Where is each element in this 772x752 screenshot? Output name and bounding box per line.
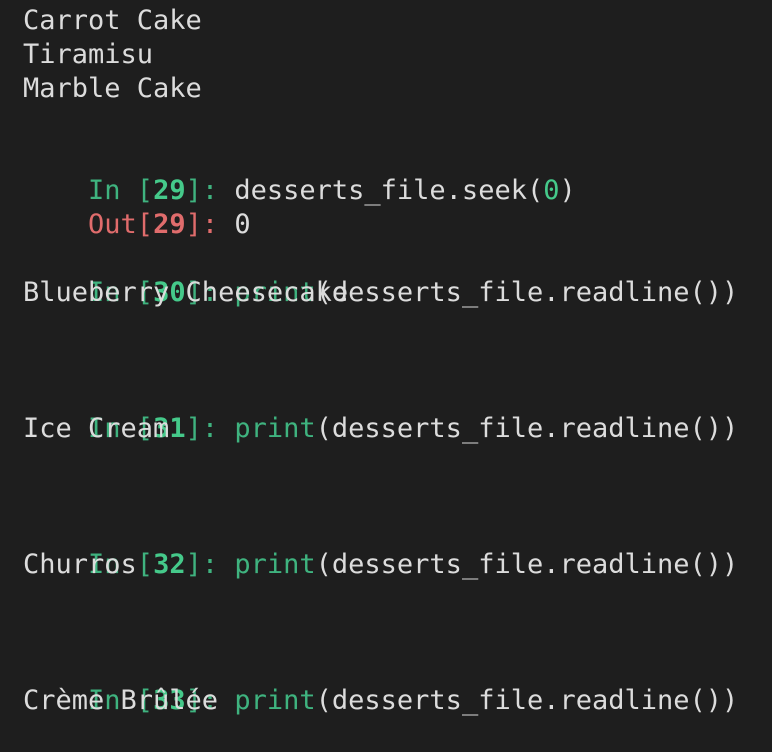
output-line: Carrot Cake — [23, 5, 202, 36]
code-text: (desserts_file.readline()) — [315, 277, 739, 308]
in-prompt-suffix: ]: — [185, 175, 235, 206]
input-prompt-line: In [31]: print(desserts_file.readline()) — [23, 378, 772, 444]
in-prompt-prefix: In [ — [88, 175, 154, 206]
input-prompt-line: In [33]: print(desserts_file.readline()) — [23, 650, 772, 716]
ipython-terminal[interactable]: Carrot Cake Tiramisu Marble Cake In [29]… — [0, 0, 772, 746]
output-line: Marble Cake — [23, 73, 202, 104]
in-prompt-number: 32 — [153, 549, 186, 580]
code-builtin: print — [234, 685, 316, 716]
code-text: (desserts_file.readline()) — [315, 549, 739, 580]
code-builtin: print — [234, 413, 316, 444]
input-prompt-line: In [30]: print(desserts_file.readline()) — [23, 242, 772, 308]
out-prompt-number: 29 — [153, 209, 186, 240]
out-prompt-prefix: Out[ — [88, 209, 154, 240]
in-prompt-suffix: ]: — [185, 549, 235, 580]
output-line: Tiramisu — [23, 39, 154, 70]
out-value: 0 — [234, 209, 251, 240]
code-text: (desserts_file.readline()) — [315, 413, 739, 444]
input-prompt-line: In [32]: print(desserts_file.readline()) — [23, 514, 772, 580]
code-builtin: print — [234, 549, 316, 580]
code-literal: 0 — [543, 175, 560, 206]
code-text: ) — [559, 175, 576, 206]
out-prompt-suffix: ]: — [185, 209, 235, 240]
in-prompt-suffix: ]: — [185, 413, 235, 444]
code-text: desserts_file.seek( — [234, 175, 544, 206]
code-text: (desserts_file.readline()) — [315, 685, 739, 716]
input-prompt-line: In [29]: desserts_file.seek(0) — [23, 140, 772, 206]
in-prompt-number: 29 — [153, 175, 186, 206]
